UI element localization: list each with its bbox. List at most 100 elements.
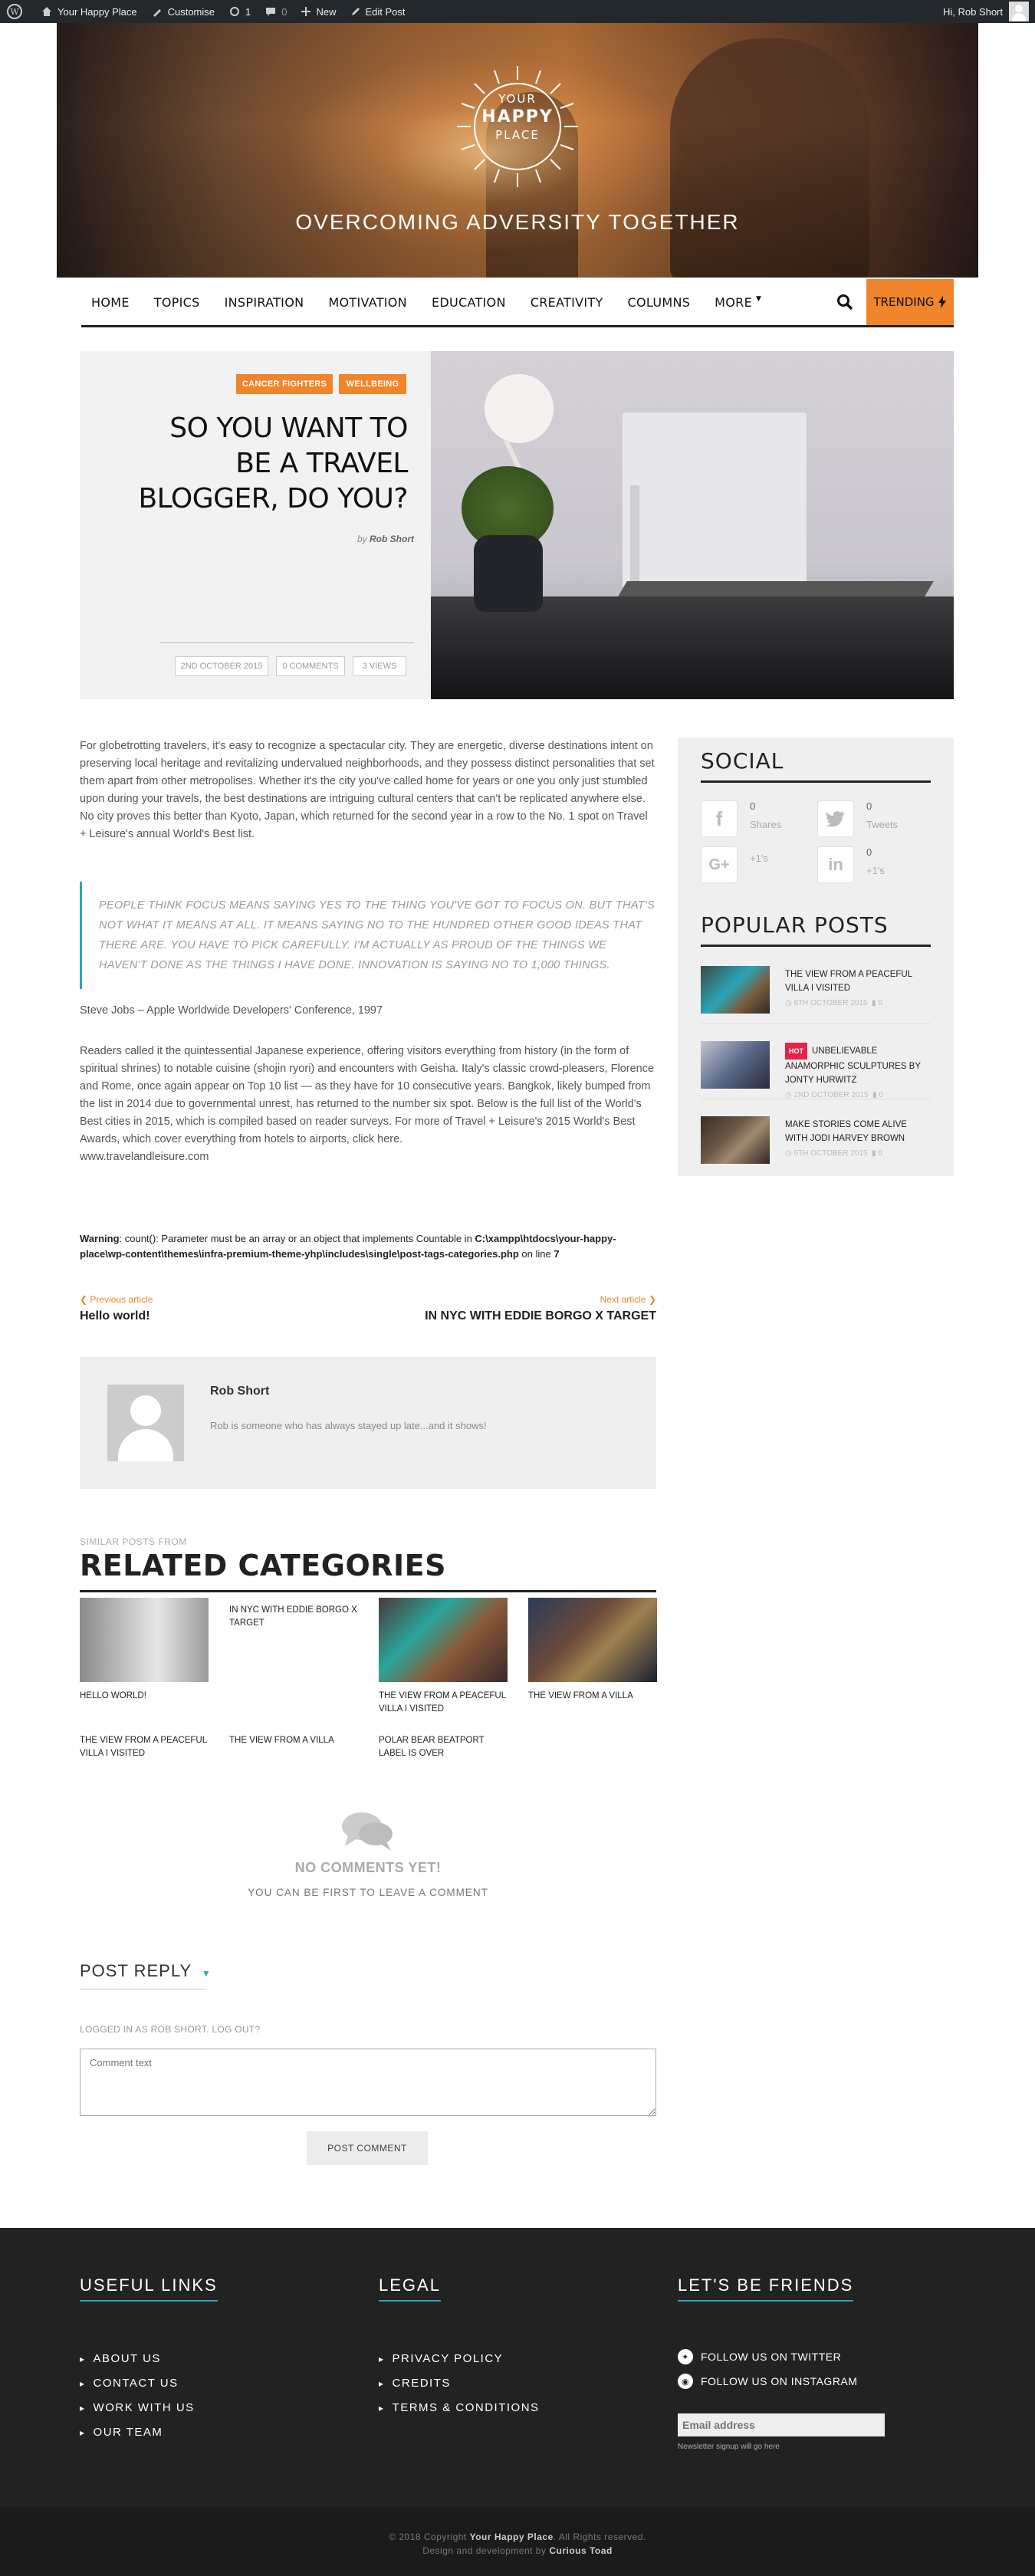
admin-new-link[interactable]: New: [294, 0, 343, 23]
related-post-item[interactable]: POLAR BEAR BEATPORT LABEL IS OVER: [379, 1734, 508, 1760]
wordpress-logo-icon[interactable]: W: [0, 0, 34, 23]
related-post-item[interactable]: THE VIEW FROM A PEACEFUL VILLA I VISITED: [379, 1598, 508, 1716]
admin-updates-link[interactable]: 1: [222, 0, 258, 23]
linkedin-icon: in: [817, 846, 854, 883]
nav-item-education[interactable]: EDUCATION: [432, 295, 506, 310]
comments-bubble-icon: [342, 1812, 393, 1851]
social-facebook[interactable]: f 0 Shares: [701, 796, 816, 839]
social-twitter[interactable]: 0 Tweets: [817, 796, 932, 839]
post-author-link[interactable]: Rob Short: [370, 534, 414, 544]
newsletter-email-input[interactable]: [678, 2413, 885, 2436]
footer-legal-title: LEGAL: [379, 2275, 441, 2302]
popular-post-item[interactable]: MAKE STORIES COME ALIVE WITH JODI HARVEY…: [701, 1116, 931, 1175]
no-comments-subtitle: YOU CAN BE FIRST TO LEAVE A COMMENT: [248, 1887, 488, 1898]
quote-source: Steve Jobs – Apple Worldwide Developers'…: [80, 1004, 383, 1017]
admin-customise-label: Customise: [167, 5, 215, 18]
post-comment-count[interactable]: 0 COMMENTS: [276, 656, 345, 676]
post-comment-button[interactable]: POST COMMENT: [307, 2131, 428, 2165]
logo[interactable]: YOUR HAPPY PLACE: [454, 92, 581, 142]
admin-comments-link[interactable]: 0: [258, 0, 294, 23]
related-post-item[interactable]: IN NYC WITH EDDIE BORGO X TARGET: [229, 1598, 358, 1630]
previous-article-link[interactable]: ❮ Previous article Hello world!: [80, 1294, 153, 1323]
admin-customise-link[interactable]: Customise: [144, 0, 222, 23]
credit-link[interactable]: Curious Toad: [549, 2545, 612, 2556]
footer-link-about[interactable]: ABOUT US: [80, 2352, 161, 2365]
instagram-icon: ◉: [678, 2374, 693, 2389]
footer-link-privacy[interactable]: PRIVACY POLICY: [379, 2352, 503, 2365]
related-post-item[interactable]: THE VIEW FROM A PEACEFUL VILLA I VISITED: [80, 1734, 209, 1760]
admin-edit-post-link[interactable]: Edit Post: [343, 0, 412, 23]
nav-item-more[interactable]: MORE ▼: [715, 295, 761, 310]
nav-item-columns[interactable]: COLUMNS: [628, 295, 691, 310]
logo-line-1: YOUR: [498, 92, 537, 106]
copyright-site-link[interactable]: Your Happy Place: [470, 2532, 554, 2542]
related-post-item[interactable]: THE VIEW FROM A VILLA: [229, 1734, 358, 1747]
footer-twitter-link[interactable]: ✦ FOLLOW US ON TWITTER: [678, 2349, 841, 2364]
related-post-title: THE VIEW FROM A PEACEFUL VILLA I VISITED: [379, 1691, 506, 1714]
footer-bottom: © 2018 Copyright Your Happy Place. All R…: [0, 2507, 1035, 2576]
trending-button[interactable]: TRENDING: [866, 279, 954, 325]
admin-greeting: Hi, Rob Short: [942, 5, 1003, 18]
nav-item-home[interactable]: HOME: [91, 295, 130, 310]
nav-item-motivation[interactable]: MOTIVATION: [328, 295, 407, 310]
caret-down-icon: ▼: [756, 294, 762, 303]
popular-post-item[interactable]: HOT UNBELIEVABLE ANAMORPHIC SCULPTURES BY…: [701, 1041, 931, 1099]
author-avatar: [107, 1385, 184, 1461]
footer-link-terms[interactable]: TERMS & CONDITIONS: [379, 2401, 540, 2414]
post-title: SO YOU WANT TO BE A TRAVEL BLOGGER, DO Y…: [138, 412, 408, 514]
popular-post-title: MAKE STORIES COME ALIVE WITH JODI HARVEY…: [785, 1120, 907, 1143]
post-paragraph: For globetrotting travelers, it's easy t…: [80, 740, 655, 840]
footer-link-team[interactable]: OUR TEAM: [80, 2426, 163, 2439]
related-title: RELATED CATEGORIES: [80, 1549, 446, 1582]
popular-post-item[interactable]: THE VIEW FROM A PEACEFUL VILLA I VISITED…: [701, 966, 931, 1024]
related-kicker: SIMILAR POSTS FROM: [80, 1536, 187, 1547]
footer-link-credits[interactable]: CREDITS: [379, 2377, 451, 2390]
site-tagline: OVERCOMING ADVERSITY TOGETHER: [295, 210, 740, 234]
search-icon[interactable]: [836, 293, 854, 311]
author-name[interactable]: Rob Short: [210, 1385, 269, 1398]
social-linkedin[interactable]: in 0 +1's: [817, 842, 932, 885]
admin-comments-count: 0: [281, 5, 288, 18]
copyright: © 2018 Copyright Your Happy Place. All R…: [389, 2532, 646, 2556]
comment-icon: ▮: [872, 1091, 877, 1099]
pencil-icon: [351, 8, 360, 15]
related-post-title: IN NYC WITH EDDIE BORGO X TARGET: [229, 1605, 357, 1628]
popular-post-thumbnail: [701, 1041, 770, 1089]
related-post-title: HELLO WORLD!: [80, 1691, 146, 1700]
author-bio: Rob is someone who has always stayed up …: [210, 1420, 487, 1431]
newsletter-note: Newsletter signup will go here: [678, 2443, 780, 2451]
no-comments-title: NO COMMENTS YET!: [294, 1860, 442, 1875]
twitter-icon: ✦: [678, 2349, 693, 2364]
post-view-count: 3 VIEWS: [353, 656, 406, 676]
post-reply-heading[interactable]: POST REPLY ▼: [80, 1961, 212, 1981]
hot-badge: HOT: [785, 1043, 807, 1060]
footer-instagram-link[interactable]: ◉ FOLLOW US ON INSTAGRAM: [678, 2374, 857, 2389]
footer-link-work[interactable]: WORK WITH US: [80, 2401, 195, 2414]
related-post-item[interactable]: HELLO WORLD!: [80, 1598, 209, 1703]
social-google-plus[interactable]: G+ +1's: [701, 842, 816, 885]
popular-posts-title: POPULAR POSTS: [701, 912, 889, 938]
next-article-link[interactable]: Next article ❯ IN NYC WITH EDDIE BORGO X…: [425, 1294, 656, 1323]
logged-in-as-link[interactable]: LOGGED IN AS ROB SHORT. LOG OUT?: [80, 2024, 260, 2035]
admin-site-link[interactable]: Your Happy Place: [34, 0, 144, 23]
admin-updates-count: 1: [245, 5, 251, 18]
nav-item-creativity[interactable]: CREATIVITY: [531, 295, 603, 310]
related-post-thumbnail: [528, 1598, 657, 1682]
related-post-item[interactable]: THE VIEW FROM A VILLA: [528, 1598, 657, 1703]
related-post-title: THE VIEW FROM A VILLA: [528, 1691, 633, 1700]
twitter-icon: [817, 800, 854, 837]
post-featured-image: [431, 351, 954, 699]
admin-account-menu[interactable]: Hi, Rob Short: [943, 0, 1029, 23]
nav-item-topics[interactable]: TOPICS: [154, 295, 200, 310]
nav-item-inspiration[interactable]: INSPIRATION: [225, 295, 304, 310]
footer-useful-links-title: USEFUL LINKS: [80, 2275, 218, 2302]
comment-textarea[interactable]: [80, 2049, 656, 2116]
post-source-link[interactable]: www.travelandleisure.com: [80, 1148, 656, 1166]
popular-post-title: THE VIEW FROM A PEACEFUL VILLA I VISITED: [785, 970, 912, 993]
tag-cancer-fighters[interactable]: CANCER FIGHTERS: [236, 374, 333, 394]
brush-icon: [153, 9, 161, 17]
post-content-continued: Readers called it the quintessential Jap…: [80, 1043, 656, 1166]
tag-wellbeing[interactable]: WELLBEING: [339, 374, 406, 394]
footer-link-contact[interactable]: CONTACT US: [80, 2377, 179, 2390]
google-plus-icon: G+: [701, 846, 738, 883]
